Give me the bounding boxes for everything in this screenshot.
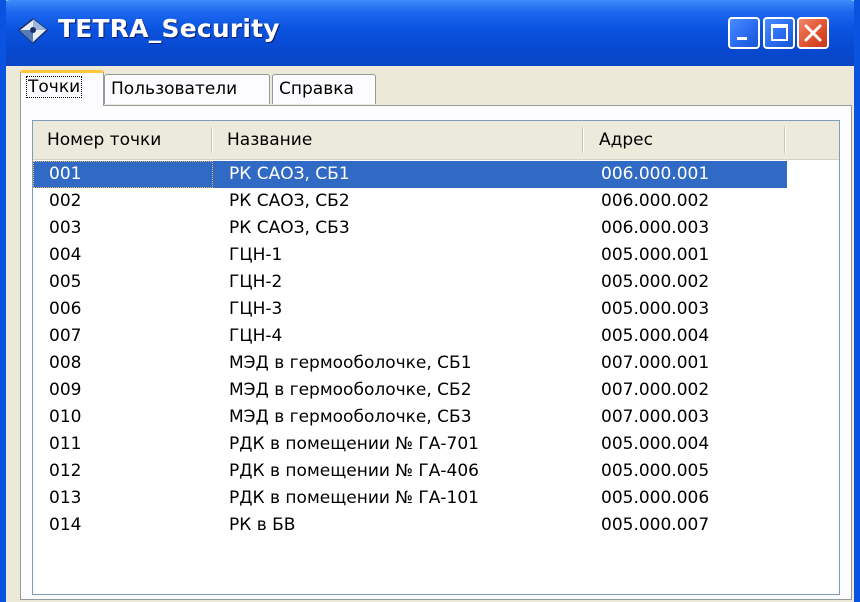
cell-name: ГЦН-3 xyxy=(229,299,283,319)
cell-address: 005.000.003 xyxy=(601,299,710,319)
cell-name: МЭД в гермооболочке, СБ1 xyxy=(229,353,472,373)
cell-address: 006.000.001 xyxy=(585,161,787,188)
table-row[interactable]: 004 ГЦН-1 005.000.001 xyxy=(33,242,787,269)
table-row[interactable]: 011 РДК в помещении № ГА-701 005.000.004 xyxy=(33,431,787,458)
cell-number: 011 xyxy=(49,434,82,454)
column-header-name[interactable]: Название xyxy=(213,121,583,159)
tab-label: Пользователи xyxy=(111,79,238,99)
cell-number: 012 xyxy=(49,461,82,481)
app-window: TETRA_Security Точки Пользователи Справк… xyxy=(0,0,860,602)
cell-name: ГЦН-1 xyxy=(229,245,283,265)
table-row[interactable]: 014 РК в БВ 005.000.007 xyxy=(33,512,787,539)
title-bar[interactable]: TETRA_Security xyxy=(6,0,854,66)
cell-address: 006.000.002 xyxy=(601,191,710,211)
column-divider[interactable] xyxy=(211,127,213,153)
column-header-number[interactable]: Номер точки xyxy=(33,121,213,159)
cell-number: 007 xyxy=(49,326,82,346)
cell-number: 005 xyxy=(49,272,82,292)
window-title: TETRA_Security xyxy=(58,14,280,43)
maximize-button[interactable] xyxy=(763,17,795,49)
table-row[interactable]: 009 МЭД в гермооболочке, СБ2 007.000.002 xyxy=(33,377,787,404)
cell-name: РДК в помещении № ГА-406 xyxy=(229,461,479,481)
maximize-icon xyxy=(771,24,788,41)
table-row[interactable]: 001 РК САОЗ, СБ1 006.000.001 xyxy=(33,161,787,188)
cell-name: РК в БВ xyxy=(229,515,296,535)
cell-address: 006.000.003 xyxy=(601,218,710,238)
column-divider[interactable] xyxy=(582,127,584,153)
cell-address: 005.000.002 xyxy=(601,272,710,292)
table-row[interactable]: 012 РДК в помещении № ГА-406 005.000.005 xyxy=(33,458,787,485)
table-row[interactable]: 008 МЭД в гермооболочке, СБ1 007.000.001 xyxy=(33,350,787,377)
cell-name: МЭД в гермооболочке, СБ3 xyxy=(229,407,472,427)
cell-number: 006 xyxy=(49,299,82,319)
cell-number: 010 xyxy=(49,407,82,427)
cell-address: 005.000.001 xyxy=(601,245,710,265)
tab-points[interactable]: Точки xyxy=(20,70,104,106)
table-row[interactable]: 013 РДК в помещении № ГА-101 005.000.006 xyxy=(33,485,787,512)
cell-number: 013 xyxy=(49,488,82,508)
cell-number: 008 xyxy=(49,353,82,373)
table-row[interactable]: 005 ГЦН-2 005.000.002 xyxy=(33,269,787,296)
cell-number: 003 xyxy=(49,218,82,238)
tab-help[interactable]: Справка xyxy=(272,74,376,104)
cell-number: 014 xyxy=(49,515,82,535)
table-row[interactable]: 006 ГЦН-3 005.000.003 xyxy=(33,296,787,323)
cell-name: РДК в помещении № ГА-101 xyxy=(229,488,479,508)
tab-users[interactable]: Пользователи xyxy=(104,74,270,104)
cell-name: РК САОЗ, СБ1 xyxy=(213,161,585,188)
cell-address: 007.000.002 xyxy=(601,380,710,400)
cell-name: РДК в помещении № ГА-701 xyxy=(229,434,479,454)
cell-address: 005.000.004 xyxy=(601,434,710,454)
close-icon xyxy=(804,24,822,42)
cell-address: 005.000.006 xyxy=(601,488,710,508)
cell-number: 004 xyxy=(49,245,82,265)
column-header-address[interactable]: Адрес xyxy=(585,121,785,159)
minimize-icon xyxy=(737,37,747,40)
tab-label: Точки xyxy=(25,76,83,98)
table-row[interactable]: 010 МЭД в гермооболочке, СБ3 007.000.003 xyxy=(33,404,787,431)
cell-name: РК САОЗ, СБ2 xyxy=(229,191,350,211)
table-row[interactable]: 002 РК САОЗ, СБ2 006.000.002 xyxy=(33,188,787,215)
cell-name: МЭД в гермооболочке, СБ2 xyxy=(229,380,472,400)
cell-name: ГЦН-4 xyxy=(229,326,283,346)
cell-address: 007.000.001 xyxy=(601,353,710,373)
table-row[interactable]: 007 ГЦН-4 005.000.004 xyxy=(33,323,787,350)
close-button[interactable] xyxy=(797,17,829,49)
cell-name: ГЦН-2 xyxy=(229,272,283,292)
cell-number: 002 xyxy=(49,191,82,211)
cell-number: 009 xyxy=(49,380,82,400)
minimize-button[interactable] xyxy=(728,17,760,49)
table-header: Номер точки Название Адрес xyxy=(33,121,839,160)
points-list[interactable]: Номер точки Название Адрес 001 РК САОЗ, С… xyxy=(32,120,840,595)
table-row[interactable]: 003 РК САОЗ, СБ3 006.000.003 xyxy=(33,215,787,242)
cell-address: 005.000.007 xyxy=(601,515,710,535)
app-icon xyxy=(17,18,49,45)
cell-name: РК САОЗ, СБ3 xyxy=(229,218,350,238)
tab-label: Справка xyxy=(279,79,354,99)
cell-address: 005.000.005 xyxy=(601,461,710,481)
cell-number: 001 xyxy=(33,161,213,188)
cell-address: 007.000.003 xyxy=(601,407,710,427)
column-divider[interactable] xyxy=(784,127,786,153)
cell-address: 005.000.004 xyxy=(601,326,710,346)
